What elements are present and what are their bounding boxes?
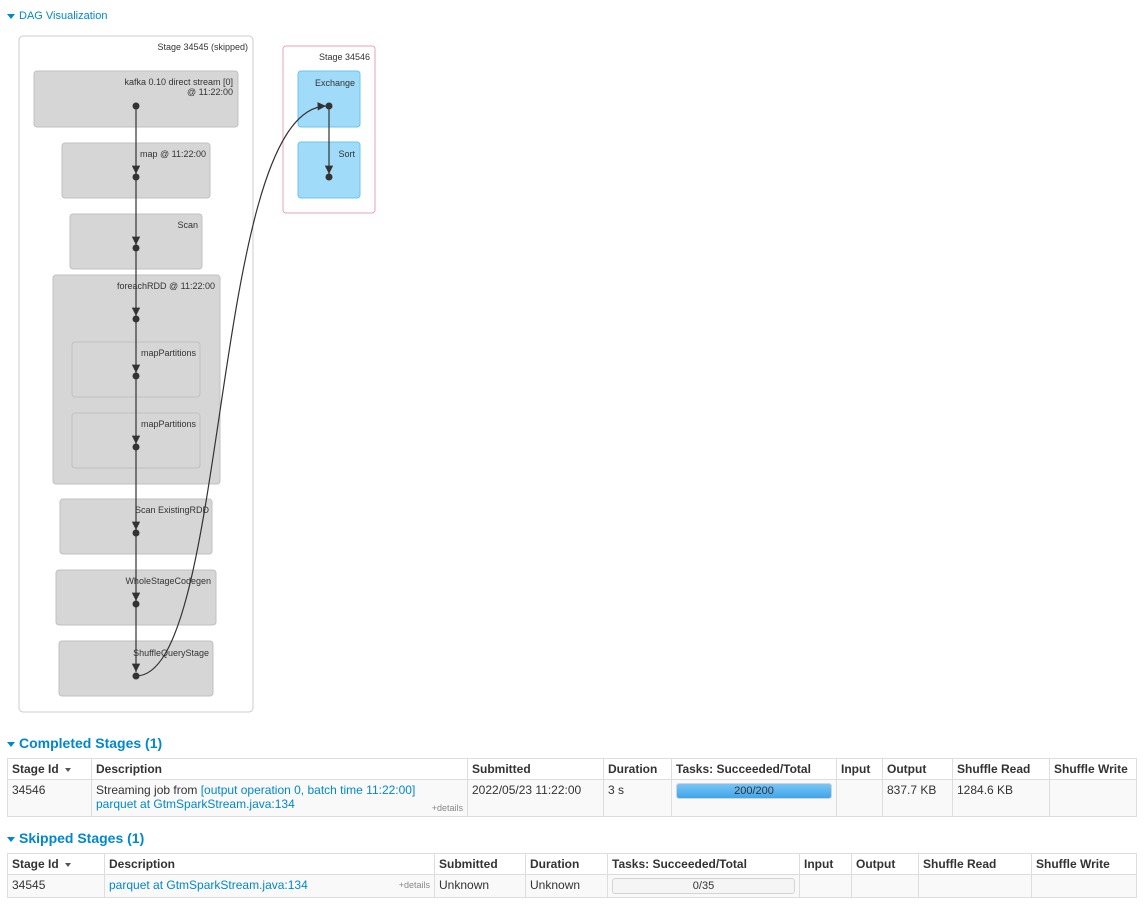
completed-stages-table: Stage Id Description Submitted Duration …	[7, 758, 1137, 817]
expand-arrow-icon	[7, 741, 15, 747]
node-label-kafka: kafka 0.10 direct stream [0]	[124, 77, 233, 87]
col-duration[interactable]: Duration	[525, 853, 608, 875]
sort-desc-icon	[64, 862, 71, 867]
cell-shuffle-read	[918, 874, 1032, 898]
col-submitted[interactable]: Submitted	[467, 758, 604, 780]
cell-input	[799, 874, 852, 898]
col-input[interactable]: Input	[836, 758, 883, 780]
col-description[interactable]: Description	[91, 758, 468, 780]
table-header-row: Stage Id Description Submitted Duration …	[7, 758, 1137, 780]
col-tasks[interactable]: Tasks: Succeeded/Total	[671, 758, 837, 780]
skipped-stages-toggle[interactable]: Skipped Stages (1)	[7, 830, 144, 846]
cell-stage-id: 34545	[7, 874, 105, 898]
cell-output: 837.7 KB	[882, 779, 953, 817]
cell-shuffle-write	[1031, 874, 1137, 898]
node-label-kafka-time: @ 11:22:00	[187, 87, 233, 97]
col-output[interactable]: Output	[882, 758, 953, 780]
node-label-exchange: Exchange	[315, 78, 355, 88]
cell-duration: Unknown	[525, 874, 608, 898]
col-output[interactable]: Output	[851, 853, 919, 875]
node-label-mappartitions-1: mapPartitions	[141, 348, 197, 358]
tasks-progress-label: 200/200	[734, 785, 774, 797]
cell-submitted: Unknown	[434, 874, 526, 898]
node-label-foreachrdd: foreachRDD @ 11:22:00	[117, 281, 215, 291]
tasks-progress-label: 0/35	[692, 880, 715, 892]
sort-desc-icon	[64, 767, 71, 772]
cell-stage-id: 34546	[7, 779, 92, 817]
col-shuffle-write[interactable]: Shuffle Write	[1031, 853, 1137, 875]
node-label-mappartitions-2: mapPartitions	[141, 419, 197, 429]
tasks-progress-bar: 0/35	[612, 878, 795, 894]
node-label-shufflequerystage: ShuffleQueryStage	[133, 648, 209, 658]
dag-graph: Stage 34545 (skipped) kafka 0.10 direct …	[18, 35, 376, 713]
col-shuffle-read[interactable]: Shuffle Read	[918, 853, 1032, 875]
col-tasks[interactable]: Tasks: Succeeded/Total	[607, 853, 800, 875]
description-prefix: Streaming job from	[96, 783, 201, 797]
col-duration[interactable]: Duration	[603, 758, 672, 780]
cell-input	[836, 779, 883, 817]
cell-tasks: 200/200	[671, 779, 837, 817]
skipped-stages-title: Skipped Stages (1)	[19, 830, 145, 846]
cell-duration: 3 s	[603, 779, 672, 817]
col-stage-id[interactable]: Stage Id	[7, 758, 92, 780]
col-shuffle-read[interactable]: Shuffle Read	[952, 758, 1050, 780]
node-label-scan: Scan	[177, 220, 198, 230]
tasks-progress-bar: 200/200	[676, 783, 832, 799]
job-description-link[interactable]: [output operation 0, batch time 11:22:00…	[201, 783, 416, 797]
table-header-row: Stage Id Description Submitted Duration …	[7, 853, 1137, 875]
node-label-sort: Sort	[338, 149, 355, 159]
details-toggle[interactable]: +details	[432, 803, 463, 813]
table-row: 34545 parquet at GtmSparkStream.java:134…	[7, 874, 1137, 898]
cell-shuffle-write	[1049, 779, 1137, 817]
skipped-stages-table: Stage Id Description Submitted Duration …	[7, 853, 1137, 898]
expand-arrow-icon	[7, 836, 15, 842]
cell-shuffle-read: 1284.6 KB	[952, 779, 1050, 817]
cell-output	[851, 874, 919, 898]
completed-stages-title: Completed Stages (1)	[19, 735, 163, 751]
stage-name-link[interactable]: parquet at GtmSparkStream.java:134	[96, 797, 295, 811]
node-label-wholestagecodegen: WholeStageCodegen	[125, 576, 211, 586]
node-label-scan-existingrdd: Scan ExistingRDD	[135, 505, 210, 515]
completed-stages-toggle[interactable]: Completed Stages (1)	[7, 735, 162, 751]
cell-submitted: 2022/05/23 11:22:00	[467, 779, 604, 817]
col-description[interactable]: Description	[104, 853, 435, 875]
col-shuffle-write[interactable]: Shuffle Write	[1049, 758, 1137, 780]
table-row: 34546 Streaming job from [output operati…	[7, 779, 1137, 817]
cell-tasks: 0/35	[607, 874, 800, 898]
col-submitted[interactable]: Submitted	[434, 853, 526, 875]
cell-description: parquet at GtmSparkStream.java:134 +deta…	[104, 874, 435, 898]
stage-active-title: Stage 34546	[319, 52, 370, 62]
stage-name-link[interactable]: parquet at GtmSparkStream.java:134	[109, 878, 308, 892]
col-stage-id[interactable]: Stage Id	[7, 853, 105, 875]
col-input[interactable]: Input	[799, 853, 852, 875]
details-toggle[interactable]: +details	[399, 880, 430, 890]
node-label-map: map @ 11:22:00	[140, 149, 206, 159]
cell-description: Streaming job from [output operation 0, …	[91, 779, 468, 817]
stage-skipped-title: Stage 34545 (skipped)	[157, 42, 248, 52]
